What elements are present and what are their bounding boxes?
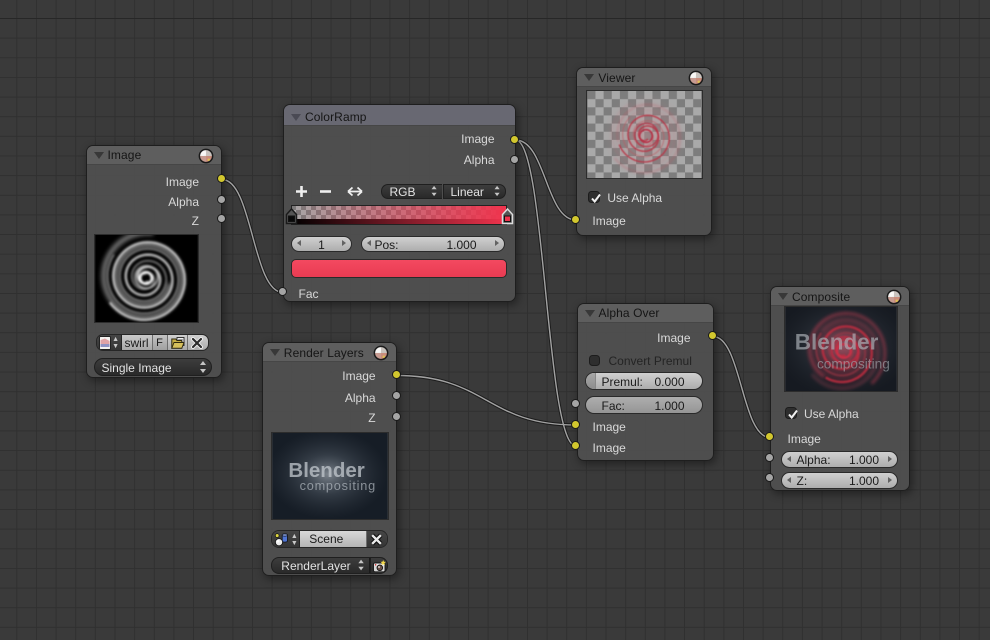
svg-text:compositing: compositing	[300, 479, 376, 493]
svg-text:compositing: compositing	[817, 357, 890, 372]
svg-text:Blender: Blender	[795, 329, 879, 354]
